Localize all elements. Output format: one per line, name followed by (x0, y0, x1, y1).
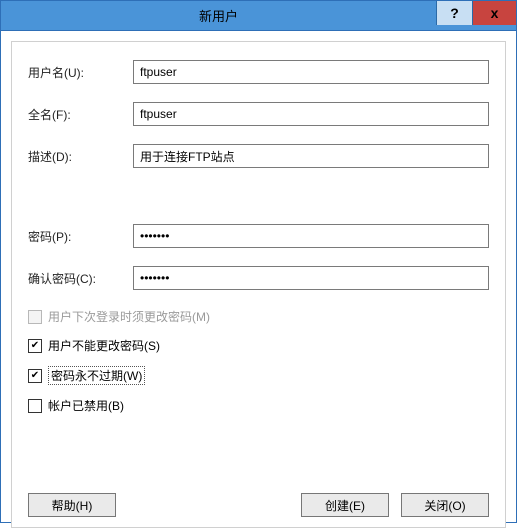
fullname-input[interactable] (133, 102, 489, 126)
window-controls: ? x (436, 1, 516, 30)
window-title: 新用户 (1, 6, 436, 25)
titlebar[interactable]: 新用户 ? x (1, 1, 516, 31)
checkbox-acct-disabled[interactable] (28, 399, 42, 413)
footer-right-group: 创建(E) 关闭(O) (301, 493, 489, 517)
label-password: 密码(P): (28, 228, 133, 245)
help-button[interactable]: 帮助(H) (28, 493, 116, 517)
label-username: 用户名(U): (28, 64, 133, 81)
dialog-content: 用户名(U): 全名(F): 描述(D): 密码(P): 确认密码(C): (1, 31, 516, 522)
row-username: 用户名(U): (28, 60, 489, 84)
password-input[interactable] (133, 224, 489, 248)
label-must-change: 用户下次登录时须更改密码(M) (48, 308, 210, 325)
label-acct-disabled: 帐户已禁用(B) (48, 397, 124, 414)
check-never-expires[interactable]: 密码永不过期(W) (28, 366, 489, 385)
form-panel: 用户名(U): 全名(F): 描述(D): 密码(P): 确认密码(C): (11, 41, 506, 528)
row-confirm: 确认密码(C): (28, 266, 489, 290)
label-description: 描述(D): (28, 148, 133, 165)
label-fullname: 全名(F): (28, 106, 133, 123)
spacer (28, 186, 489, 224)
check-acct-disabled[interactable]: 帐户已禁用(B) (28, 397, 489, 414)
create-button[interactable]: 创建(E) (301, 493, 389, 517)
username-input[interactable] (133, 60, 489, 84)
checkbox-must-change (28, 310, 42, 324)
check-must-change: 用户下次登录时须更改密码(M) (28, 308, 489, 325)
row-fullname: 全名(F): (28, 102, 489, 126)
close-icon[interactable]: x (472, 1, 516, 25)
label-never-expires: 密码永不过期(W) (48, 366, 145, 385)
check-cannot-change[interactable]: 用户不能更改密码(S) (28, 337, 489, 354)
close-button[interactable]: 关闭(O) (401, 493, 489, 517)
label-confirm: 确认密码(C): (28, 270, 133, 287)
label-cannot-change: 用户不能更改密码(S) (48, 337, 160, 354)
checkbox-never-expires[interactable] (28, 369, 42, 383)
description-input[interactable] (133, 144, 489, 168)
checkbox-cannot-change[interactable] (28, 339, 42, 353)
checkbox-group: 用户下次登录时须更改密码(M) 用户不能更改密码(S) 密码永不过期(W) 帐户… (28, 308, 489, 414)
row-password: 密码(P): (28, 224, 489, 248)
new-user-dialog: 新用户 ? x 用户名(U): 全名(F): 描述(D): 密码(P): (0, 0, 517, 523)
dialog-footer: 帮助(H) 创建(E) 关闭(O) (28, 493, 489, 517)
help-icon[interactable]: ? (436, 1, 472, 25)
row-description: 描述(D): (28, 144, 489, 168)
confirm-password-input[interactable] (133, 266, 489, 290)
